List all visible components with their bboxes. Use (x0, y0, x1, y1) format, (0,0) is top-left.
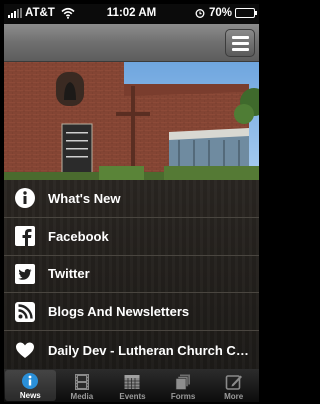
menu-icon (231, 35, 249, 39)
tab-label: Forms (170, 392, 196, 401)
tab-forms[interactable]: Forms (158, 369, 209, 402)
info-icon (14, 187, 36, 209)
app-screen: AT&T 11:02 AM 70% What's New Facebook Tw… (4, 4, 259, 402)
menu-item-label: Blogs And Newsletters (48, 304, 190, 320)
tab-bar: News Media Events Forms More (4, 369, 259, 402)
tab-label: Events (119, 392, 146, 401)
tab-more[interactable]: More (208, 369, 259, 402)
facebook-icon (14, 225, 36, 247)
tab-label: Media (70, 392, 94, 401)
menu-item-daily-dev[interactable]: Daily Dev - Lutheran Church Ch... (4, 331, 259, 369)
edit-icon (225, 375, 242, 390)
rss-icon (14, 301, 36, 323)
menu-item-label: Twitter (48, 266, 90, 282)
calendar-icon (124, 375, 140, 389)
menu-item-whats-new[interactable]: What's New (4, 180, 259, 218)
twitter-icon (14, 263, 36, 285)
church-image (4, 62, 259, 180)
tab-label: News (19, 391, 41, 400)
battery-icon (235, 8, 257, 18)
menu-button[interactable] (225, 29, 255, 57)
alarm-icon (195, 9, 205, 18)
tab-news[interactable]: News (5, 370, 56, 401)
church-photo (4, 62, 259, 180)
battery-percent: 70% (208, 7, 232, 19)
tab-events[interactable]: Events (107, 369, 158, 402)
info-icon (22, 373, 39, 389)
stack-icon (175, 374, 191, 390)
menu-item-label: Daily Dev - Lutheran Church Ch... (48, 342, 255, 358)
menu-item-facebook[interactable]: Facebook (4, 218, 259, 256)
menu-item-label: Facebook (48, 228, 109, 244)
menu-item-twitter[interactable]: Twitter (4, 256, 259, 294)
heart-icon (14, 339, 36, 361)
status-bar: AT&T 11:02 AM 70% (4, 4, 259, 24)
tab-media[interactable]: Media (57, 369, 108, 402)
battery-group: 70% (194, 7, 257, 19)
menu-item-blogs[interactable]: Blogs And Newsletters (4, 293, 259, 332)
nav-bar (4, 24, 259, 62)
menu-list: What's New Facebook Twitter Blogs And Ne… (4, 180, 259, 369)
tab-label: More (224, 392, 244, 401)
film-icon (74, 374, 89, 390)
menu-item-label: What's New (48, 190, 121, 206)
